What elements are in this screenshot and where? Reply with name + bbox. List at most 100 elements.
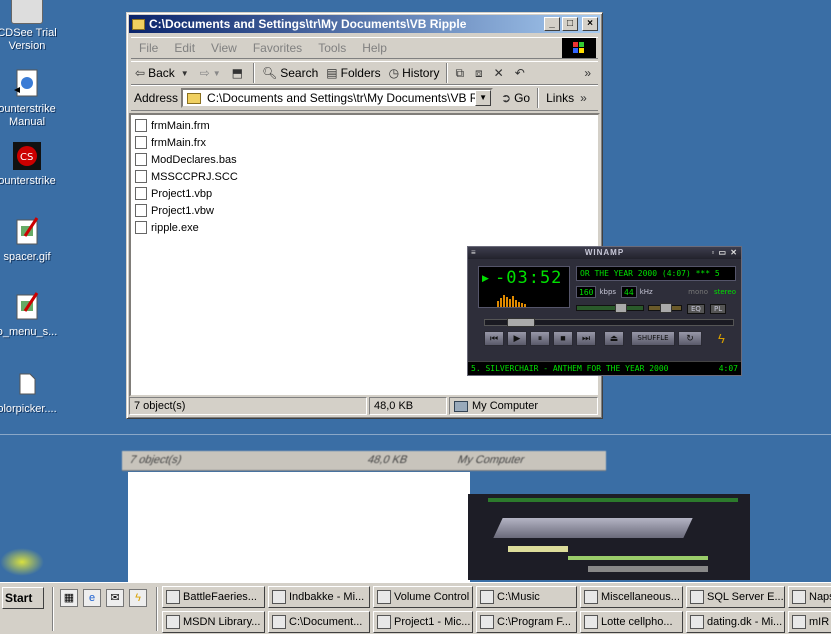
go-button[interactable]: ➲ Go xyxy=(497,91,534,105)
desktop-icon-spacer-gif[interactable]: spacer.gif xyxy=(0,216,72,264)
glitch-white-area xyxy=(128,472,470,582)
taskbar-button[interactable]: Miscellaneous... xyxy=(580,586,683,608)
taskbar-button[interactable]: SQL Server E... xyxy=(686,586,785,608)
glitch-desktop-text xyxy=(0,450,63,464)
svg-text:CS: CS xyxy=(20,152,33,163)
file-icon xyxy=(135,170,147,183)
winamp-info-row: 160 kbps 44 kHz mono stereo xyxy=(576,285,736,299)
address-field[interactable]: C:\Documents and Settings\tr\My Document… xyxy=(181,88,494,108)
undo-button[interactable]: ↶ xyxy=(511,66,532,80)
desktop-icon-menu-s[interactable]: o_menu_s... xyxy=(0,291,72,339)
next-track-button[interactable]: ⏭ xyxy=(576,331,596,346)
app-icon xyxy=(166,590,180,604)
chevron-right-icon: » xyxy=(580,91,587,105)
taskbar-button[interactable]: Indbakke - Mi... xyxy=(268,586,370,608)
play-button[interactable]: ▶ xyxy=(507,331,527,346)
menu-tools[interactable]: Tools xyxy=(310,41,354,55)
taskbar-button[interactable]: MSDN Library... xyxy=(162,611,265,633)
file-item[interactable]: ripple.exe xyxy=(131,219,598,236)
app-icon xyxy=(480,615,494,629)
file-item[interactable]: frmMain.frx xyxy=(131,134,598,151)
history-button[interactable]: ◷ History xyxy=(385,66,444,80)
address-dropdown-button[interactable]: ▼ xyxy=(475,90,492,106)
file-item[interactable]: Project1.vbw xyxy=(131,202,598,219)
desktop-icon-counterstrike[interactable]: CS ounterstrike xyxy=(0,140,72,188)
taskbar-button[interactable]: BattleFaeries... xyxy=(162,586,265,608)
taskbar-button[interactable]: Volume Control xyxy=(373,586,473,608)
playlist-toggle[interactable]: PL xyxy=(710,304,727,314)
forward-button[interactable]: ⇨ ▼ xyxy=(196,66,228,80)
status-location-label: My Computer xyxy=(472,400,539,412)
taskbar-button[interactable]: mIR xyxy=(788,611,831,633)
pause-button[interactable]: ⏸ xyxy=(530,331,550,346)
toolbar: ⇦ Back ▼ ⇨ ▼ ⬒ 🔍︎ Search ▤ Folders ◷ History ⧉… xyxy=(131,61,598,85)
desktop-icon-counterstrike-manual[interactable]: ounterstrike Manual xyxy=(0,68,72,129)
taskbar-button[interactable]: Naps xyxy=(788,586,831,608)
start-button[interactable]: Start xyxy=(2,587,44,609)
windows-logo-icon xyxy=(562,38,596,58)
file-name: ripple.exe xyxy=(151,221,199,234)
maximize-button[interactable]: □ xyxy=(562,17,578,31)
eq-toggle[interactable]: EQ xyxy=(687,304,705,314)
stop-button[interactable]: ■ xyxy=(553,331,573,346)
folders-button[interactable]: ▤ Folders xyxy=(322,66,384,80)
taskbar-button[interactable]: Project1 - Mic... xyxy=(373,611,473,633)
menu-favorites[interactable]: Favorites xyxy=(245,41,310,55)
taskbar-button-label: C:\Program F... xyxy=(497,616,571,628)
file-icon xyxy=(135,153,147,166)
seek-knob[interactable] xyxy=(507,318,535,327)
taskbar-button[interactable]: C:\Music xyxy=(476,586,577,608)
eject-button[interactable]: ⏏ xyxy=(604,331,624,346)
file-item[interactable]: ModDeclares.bas xyxy=(131,151,598,168)
show-desktop-icon[interactable]: ▦ xyxy=(60,589,78,607)
up-folder-button[interactable]: ⬒ xyxy=(228,66,250,80)
taskbar-button[interactable]: C:\Document... xyxy=(268,611,370,633)
menu-view[interactable]: View xyxy=(203,41,245,55)
balance-knob[interactable] xyxy=(660,303,672,313)
taskbar-button[interactable]: dating.dk - Mi... xyxy=(686,611,785,633)
chevron-right-icon: » xyxy=(584,66,591,80)
file-item[interactable]: frmMain.frm xyxy=(131,117,598,134)
menu-help[interactable]: Help xyxy=(354,41,395,55)
app-icon xyxy=(272,615,286,629)
taskbar-button[interactable]: Lotte cellpho... xyxy=(580,611,683,633)
winamp-titlebar[interactable]: ≡ WINAMP ▫ ▭ ✕ xyxy=(468,247,741,259)
menu-file[interactable]: File xyxy=(131,41,166,55)
copy-to-button[interactable]: ⧈ xyxy=(471,66,490,81)
close-button[interactable]: × xyxy=(582,17,598,31)
back-button[interactable]: ⇦ Back ▼ xyxy=(131,66,196,80)
outlook-icon[interactable]: ✉ xyxy=(106,589,124,607)
play-indicator-icon: ▶ xyxy=(482,273,489,283)
file-icon xyxy=(135,221,147,234)
internet-explorer-icon[interactable]: e xyxy=(83,589,101,607)
winamp-time-display[interactable]: ▶ -03:52 xyxy=(478,266,570,308)
toolbar-overflow-button[interactable]: » xyxy=(580,66,598,80)
taskbar-button-label: Miscellaneous... xyxy=(601,591,680,603)
seek-bar[interactable] xyxy=(484,318,734,327)
desktop-icon-colorpicker[interactable]: olorpicker.... xyxy=(0,368,72,416)
volume-slider[interactable] xyxy=(576,303,644,313)
winamp-icon[interactable]: ϟ xyxy=(129,589,147,607)
file-item[interactable]: Project1.vbp xyxy=(131,185,598,202)
minimize-button[interactable]: _ xyxy=(544,17,560,31)
shuffle-button[interactable]: SHUFFLE xyxy=(631,331,675,346)
balance-slider[interactable] xyxy=(648,303,682,313)
links-button[interactable]: Links » xyxy=(542,91,594,105)
winamp-menu-icon[interactable]: ≡ xyxy=(471,247,477,259)
back-arrow-icon: ⇦ xyxy=(135,66,146,80)
taskbar-button[interactable]: C:\Program F... xyxy=(476,611,577,633)
document-icon xyxy=(11,68,43,100)
repeat-button[interactable]: ↻ xyxy=(678,331,702,346)
winamp-window-buttons[interactable]: ▫ ▭ ✕ xyxy=(711,247,738,259)
file-item[interactable]: MSSCCPRJ.SCC xyxy=(131,168,598,185)
volume-knob[interactable] xyxy=(614,303,627,313)
previous-track-button[interactable]: ⏮ xyxy=(484,331,504,346)
desktop-icon-label: spacer.gif xyxy=(3,251,51,263)
move-to-button[interactable]: ⧉ xyxy=(451,66,471,81)
playlist-strip[interactable]: 5. SILVERCHAIR - ANTHEM FOR THE YEAR 200… xyxy=(468,361,741,375)
desktop-icon-acdsee[interactable]: CDSee Trial Version xyxy=(0,0,72,53)
search-button[interactable]: 🔍︎ Search xyxy=(258,66,322,80)
delete-button[interactable]: ✕ xyxy=(490,66,511,80)
explorer-titlebar[interactable]: C:\Documents and Settings\tr\My Document… xyxy=(129,15,600,33)
menu-edit[interactable]: Edit xyxy=(166,41,203,55)
